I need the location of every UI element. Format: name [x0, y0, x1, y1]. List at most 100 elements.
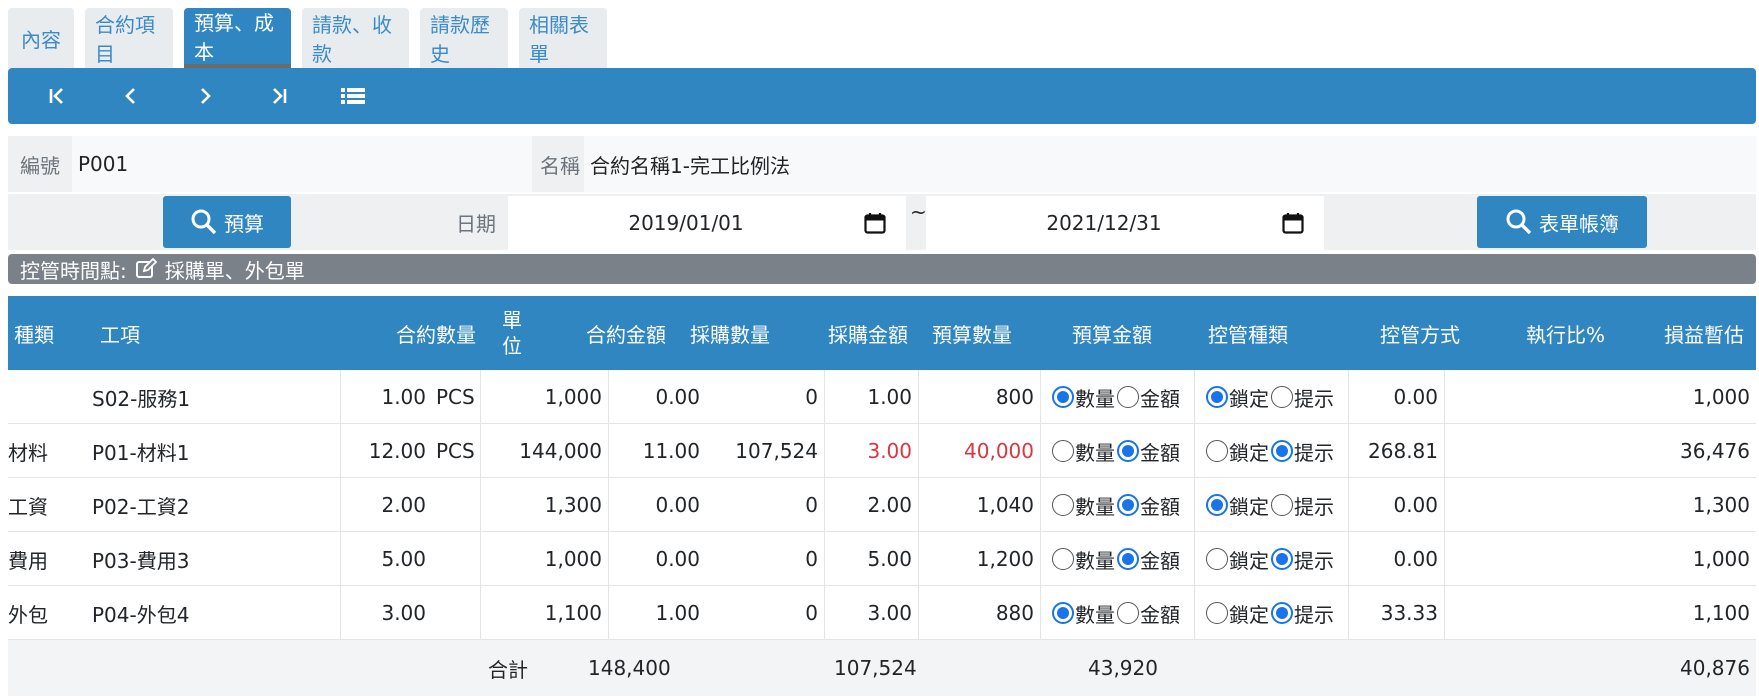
date-to-value: 2021/12/31: [1046, 211, 1162, 235]
code-field[interactable]: P001: [72, 136, 532, 192]
cell-profit: 36,476: [1680, 439, 1750, 463]
first-record-button[interactable]: [38, 77, 76, 115]
control-mode-lock-radio[interactable]: 鎖定: [1206, 383, 1269, 412]
cell-budget-qty[interactable]: 3.00: [824, 586, 918, 640]
table-row: 費用 P03-費用3 5.00 1,000 0.00 0 5.00 1,200 數量 金額 鎖定 提示…: [8, 532, 1756, 586]
name-field[interactable]: 合約名稱1-完工比例法: [584, 136, 1756, 192]
cell-budget-amt[interactable]: 40,000: [918, 424, 1040, 478]
col-unit: 單位: [502, 308, 522, 358]
cell-item: P03-費用3: [92, 548, 190, 573]
tab-contract-items[interactable]: 合約項目: [85, 8, 173, 68]
total-purchase-amt: 107,524: [834, 656, 917, 680]
date-to-input[interactable]: 2021/12/31: [926, 196, 1324, 250]
col-contract-qty: 合約數量: [396, 322, 476, 347]
control-mode-hint-radio[interactable]: 提示: [1271, 491, 1334, 520]
prev-record-button[interactable]: [112, 77, 150, 115]
control-type-amt-radio[interactable]: 金額: [1117, 383, 1180, 412]
control-mode-group: 鎖定 提示: [1206, 478, 1336, 532]
calendar-icon[interactable]: [864, 212, 892, 234]
cell-purchase-amt: 107,524: [735, 439, 818, 463]
tab-budget-cost[interactable]: 預算、成本: [184, 8, 291, 68]
cell-exec-ratio: 0.00: [1393, 385, 1438, 409]
cell-contract-qty: 3.00: [381, 601, 426, 625]
cell-type: 材料: [8, 440, 48, 465]
table-row: 外包 P04-外包4 3.00 1,100 1.00 0 3.00 880 數量 金額 鎖定 提示 33…: [8, 586, 1756, 640]
last-icon: [273, 88, 287, 104]
col-type: 種類: [14, 322, 54, 347]
tab-content[interactable]: 內容: [8, 8, 74, 68]
cell-divider: [1040, 532, 1041, 586]
cell-budget-amt[interactable]: 1,040: [918, 478, 1040, 532]
date-from-input[interactable]: 2019/01/01: [508, 196, 906, 250]
next-record-button[interactable]: [186, 77, 224, 115]
cell-purchase-qty: 0.00: [655, 547, 700, 571]
control-mode-hint-radio[interactable]: 提示: [1271, 383, 1334, 412]
control-mode-hint-radio[interactable]: 提示: [1271, 437, 1334, 466]
list-view-button[interactable]: [334, 77, 372, 115]
cell-budget-qty[interactable]: 3.00: [824, 424, 918, 478]
control-mode-hint-radio[interactable]: 提示: [1271, 599, 1334, 628]
control-timing-bar: 控管時間點: 採購單、外包單: [8, 254, 1756, 284]
chevron-right-icon: [201, 88, 211, 104]
cell-purchase-amt: 0: [805, 547, 818, 571]
tab-related-forms[interactable]: 相關表單: [519, 8, 607, 68]
control-type-qty-radio[interactable]: 數量: [1052, 491, 1115, 520]
tab-billing-collection[interactable]: 請款、收款: [302, 8, 409, 68]
cell-unit: PCS: [436, 439, 475, 463]
col-item: 工項: [100, 322, 140, 347]
cell-divider: [1194, 586, 1195, 640]
control-type-amt-radio[interactable]: 金額: [1117, 599, 1180, 628]
cell-budget-qty[interactable]: 5.00: [824, 532, 918, 586]
control-mode-lock-radio[interactable]: 鎖定: [1206, 437, 1269, 466]
cell-exec-ratio: 0.00: [1393, 547, 1438, 571]
calendar-icon[interactable]: [1282, 212, 1310, 234]
cell-budget-amt[interactable]: 1,200: [918, 532, 1040, 586]
control-mode-lock-radio[interactable]: 鎖定: [1206, 599, 1269, 628]
cell-item: P02-工資2: [92, 494, 190, 519]
cell-purchase-qty: 1.00: [655, 601, 700, 625]
cell-contract-qty: 1.00: [381, 385, 426, 409]
date-from-value: 2019/01/01: [628, 211, 744, 235]
tab-billing-history[interactable]: 請款歷史: [420, 8, 508, 68]
cell-budget-qty[interactable]: 1.00: [824, 370, 918, 424]
total-label: 合計: [488, 657, 528, 682]
control-type-amt-radio[interactable]: 金額: [1117, 545, 1180, 574]
ledger-search-label: 表單帳簿: [1539, 211, 1619, 236]
budget-search-button[interactable]: 預算: [163, 196, 291, 248]
ledger-search-button[interactable]: 表單帳簿: [1477, 196, 1647, 248]
cell-type: 外包: [8, 602, 48, 627]
first-icon: [49, 88, 63, 104]
tab-bar: 內容 合約項目 預算、成本 請款、收款 請款歷史 相關表單: [8, 8, 607, 68]
cell-profit: 1,000: [1692, 385, 1750, 409]
control-type-qty-radio[interactable]: 數量: [1052, 545, 1115, 574]
control-type-amt-radio[interactable]: 金額: [1117, 491, 1180, 520]
control-mode-lock-radio[interactable]: 鎖定: [1206, 545, 1269, 574]
cell-budget-qty[interactable]: 2.00: [824, 478, 918, 532]
control-type-qty-radio[interactable]: 數量: [1052, 437, 1115, 466]
cell-exec-ratio: 268.81: [1368, 439, 1438, 463]
date-label: 日期: [456, 211, 496, 236]
cell-contract-amt: 1,000: [544, 385, 602, 409]
last-record-button[interactable]: [260, 77, 298, 115]
control-type-group: 數量 金額: [1052, 532, 1182, 586]
list-icon: [341, 88, 365, 104]
control-type-qty-radio[interactable]: 數量: [1052, 599, 1115, 628]
control-mode-group: 鎖定 提示: [1206, 532, 1336, 586]
cell-unit: [432, 532, 480, 586]
cell-budget-amt[interactable]: 880: [918, 586, 1040, 640]
cell-profit: 1,100: [1692, 601, 1750, 625]
col-contract-amt: 合約金額: [586, 322, 666, 347]
name-label: 名稱: [540, 153, 580, 178]
control-mode-hint-radio[interactable]: 提示: [1271, 545, 1334, 574]
table-row: 工資 P02-工資2 2.00 1,300 0.00 0 2.00 1,040 數量 金額 鎖定 提示…: [8, 478, 1756, 532]
cell-purchase-amt: 0: [805, 493, 818, 517]
col-control-mode: 控管方式: [1380, 322, 1460, 347]
edit-icon[interactable]: [135, 258, 157, 280]
control-type-group: 數量 金額: [1052, 586, 1182, 640]
control-type-amt-radio[interactable]: 金額: [1117, 437, 1180, 466]
code-label: 編號: [20, 153, 60, 178]
cell-budget-amt[interactable]: 800: [918, 370, 1040, 424]
control-mode-lock-radio[interactable]: 鎖定: [1206, 491, 1269, 520]
control-type-group: 數量 金額: [1052, 424, 1182, 478]
control-type-qty-radio[interactable]: 數量: [1052, 383, 1115, 412]
